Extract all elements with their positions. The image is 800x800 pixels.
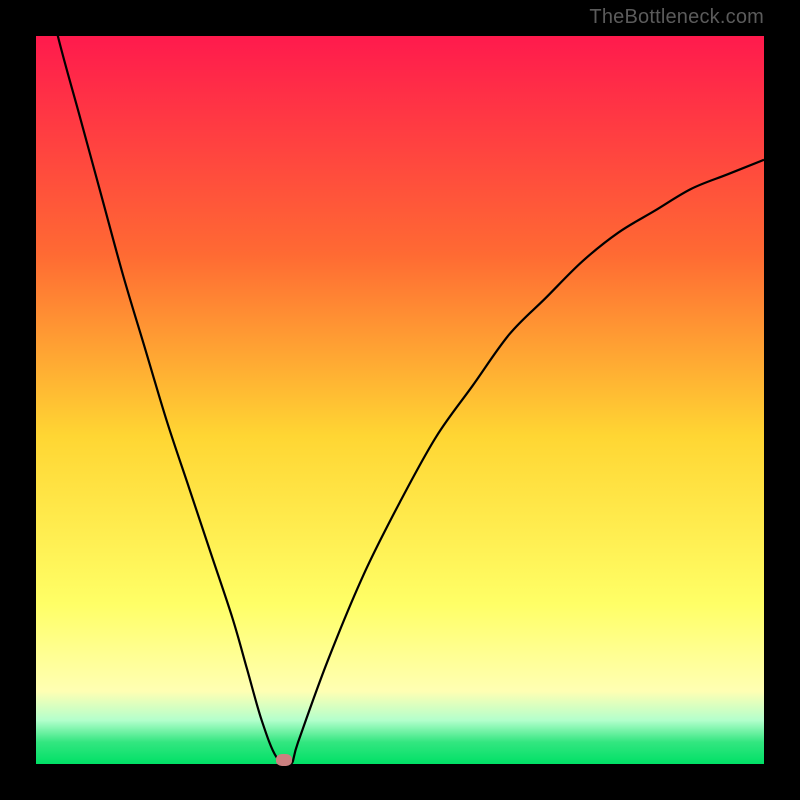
- chart-frame: TheBottleneck.com: [0, 0, 800, 800]
- plot-area: [36, 36, 764, 764]
- optimal-marker: [276, 754, 292, 766]
- watermark-text: TheBottleneck.com: [589, 6, 764, 29]
- bottleneck-curve: [36, 36, 764, 764]
